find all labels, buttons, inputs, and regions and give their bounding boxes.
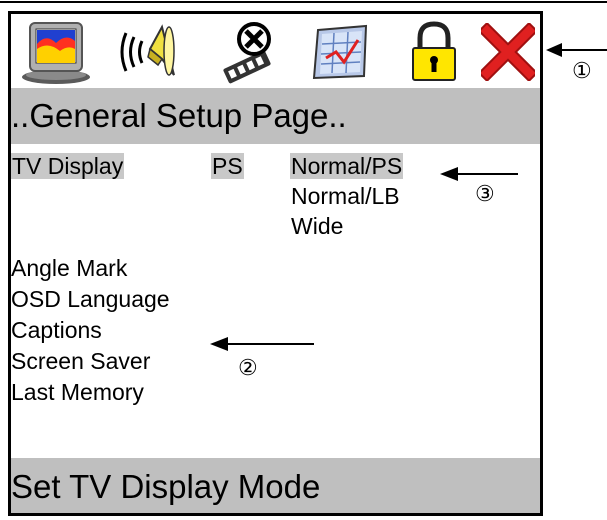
option-normal-ps[interactable]: Normal/PS [290,152,404,180]
menu-item-last-memory[interactable]: Last Memory [11,378,144,406]
menu-item-osd-language-label: OSD Language [11,286,170,312]
option-wide[interactable]: Wide [291,212,343,240]
osd-icon-bar [11,14,540,89]
film-reel-icon[interactable] [207,17,289,87]
tv-display-current-value: PS [211,152,244,180]
status-bar-text: Set TV Display Mode [11,468,321,505]
callout-arrow-1 [546,43,607,57]
menu-item-tv-display[interactable]: TV Display [11,152,125,180]
speaker-audio-icon[interactable] [107,17,189,87]
menu-item-screen-saver[interactable]: Screen Saver [11,347,150,375]
osd-screen: ..General Setup Page.. TV Display PS Nor… [8,11,543,516]
callout-number-1: ① [572,59,592,84]
menu-item-osd-language[interactable]: OSD Language [11,285,170,313]
preference-chart-icon[interactable] [299,17,381,87]
menu-item-screen-saver-label: Screen Saver [11,348,151,374]
callout-number-2: ② [238,356,258,381]
callout-number-3: ③ [475,182,495,207]
page-title: ..General Setup Page.. [11,88,540,144]
exit-x-icon[interactable] [477,17,539,87]
option-normal-lb-label: Normal/LB [291,183,400,209]
menu-item-captions[interactable]: Captions [11,316,102,344]
callout-arrow-3 [440,167,518,181]
top-rule [0,1,607,3]
page-title-text: ..General Setup Page.. [11,97,347,134]
option-wide-label: Wide [291,213,344,239]
menu-item-angle-mark-label: Angle Mark [11,255,128,281]
menu-item-captions-label: Captions [11,317,102,343]
option-normal-lb[interactable]: Normal/LB [291,182,400,210]
tv-display-icon[interactable] [15,17,97,87]
menu-item-angle-mark[interactable]: Angle Mark [11,254,127,282]
current-value-text: PS [211,153,244,179]
menu-item-tv-display-label: TV Display [11,153,125,179]
menu-item-last-memory-label: Last Memory [11,379,144,405]
option-normal-ps-label: Normal/PS [290,153,404,179]
callout-arrow-2 [210,337,314,351]
padlock-icon[interactable] [399,17,469,87]
manual-figure: ..General Setup Page.. TV Display PS Nor… [0,0,607,520]
status-bar: Set TV Display Mode [11,458,540,513]
